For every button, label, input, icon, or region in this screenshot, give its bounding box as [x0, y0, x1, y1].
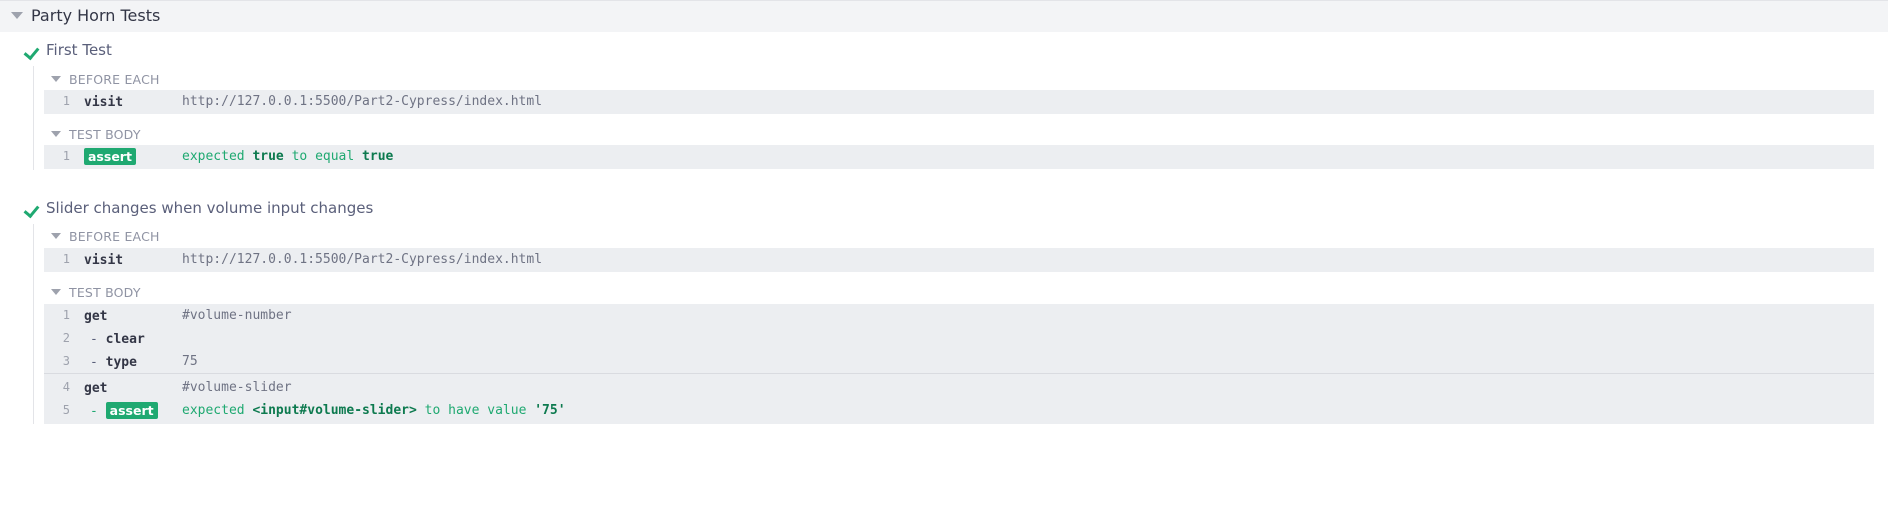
test-item-first-test[interactable]: First Test [0, 36, 1888, 66]
command-row[interactable]: 1 visit http://127.0.0.1:5500/Part2-Cypr… [44, 88, 1874, 116]
command-name: visit [84, 253, 124, 268]
command-number: 1 [62, 94, 70, 108]
command-message: expected true to equal true [182, 149, 394, 164]
command-list: 1 assert expected true to equal true [44, 145, 1874, 169]
command-number: 2 [62, 331, 70, 345]
command-row[interactable]: 1 visit http://127.0.0.1:5500/Part2-Cypr… [44, 246, 1874, 274]
command-number: 5 [62, 403, 70, 417]
command-message: http://127.0.0.1:5500/Part2-Cypress/inde… [182, 252, 543, 267]
command-number: 1 [62, 149, 70, 163]
command-row[interactable]: 5 - assert expected <input#volume-slider… [44, 397, 1874, 425]
hook-label: BEFORE EACH [69, 72, 160, 87]
command-name: - clear [90, 332, 145, 347]
command-number: 3 [62, 354, 70, 368]
command-name: visit [84, 95, 124, 110]
command-list: 1 visit http://127.0.0.1:5500/Part2-Cypr… [44, 90, 1874, 114]
hook-label: TEST BODY [69, 285, 141, 300]
command-name: get [84, 381, 108, 396]
suite-header[interactable]: Party Horn Tests [0, 0, 1888, 32]
assert-badge: assert [105, 402, 158, 419]
suite-title: Party Horn Tests [31, 6, 161, 25]
command-name: assert [84, 148, 136, 165]
command-list: 1 get #volume-number 2 - clear 3 - type … [44, 304, 1874, 424]
caret-down-icon[interactable] [51, 131, 61, 137]
check-icon [23, 43, 40, 61]
assert-badge: assert [84, 148, 136, 165]
command-name: - assert [90, 402, 158, 419]
test-indent-line [33, 224, 34, 424]
command-number: 4 [62, 380, 70, 394]
test-title: First Test [46, 41, 112, 59]
command-message: expected <input#volume-slider> to have v… [182, 403, 566, 418]
command-message: #volume-slider [182, 380, 292, 395]
test-item-slider-changes[interactable]: Slider changes when volume input changes [0, 194, 1888, 224]
hook-label: BEFORE EACH [69, 229, 160, 244]
command-number: 1 [62, 252, 70, 266]
command-message: 75 [182, 354, 198, 369]
command-row[interactable]: 3 - type 75 [44, 348, 1874, 376]
command-number: 1 [62, 308, 70, 322]
command-message: #volume-number [182, 308, 292, 323]
command-message: http://127.0.0.1:5500/Part2-Cypress/inde… [182, 94, 543, 109]
caret-down-icon[interactable] [51, 76, 61, 82]
test-indent-line [33, 66, 34, 170]
caret-down-icon[interactable] [11, 12, 23, 19]
caret-down-icon[interactable] [51, 233, 61, 239]
caret-down-icon[interactable] [51, 289, 61, 295]
hook-label: TEST BODY [69, 127, 141, 142]
command-list: 1 visit http://127.0.0.1:5500/Part2-Cypr… [44, 248, 1874, 272]
check-icon [23, 201, 40, 219]
command-name: get [84, 309, 108, 324]
test-title: Slider changes when volume input changes [46, 199, 374, 217]
command-row[interactable]: 1 assert expected true to equal true [44, 143, 1874, 171]
command-name: - type [90, 355, 137, 370]
